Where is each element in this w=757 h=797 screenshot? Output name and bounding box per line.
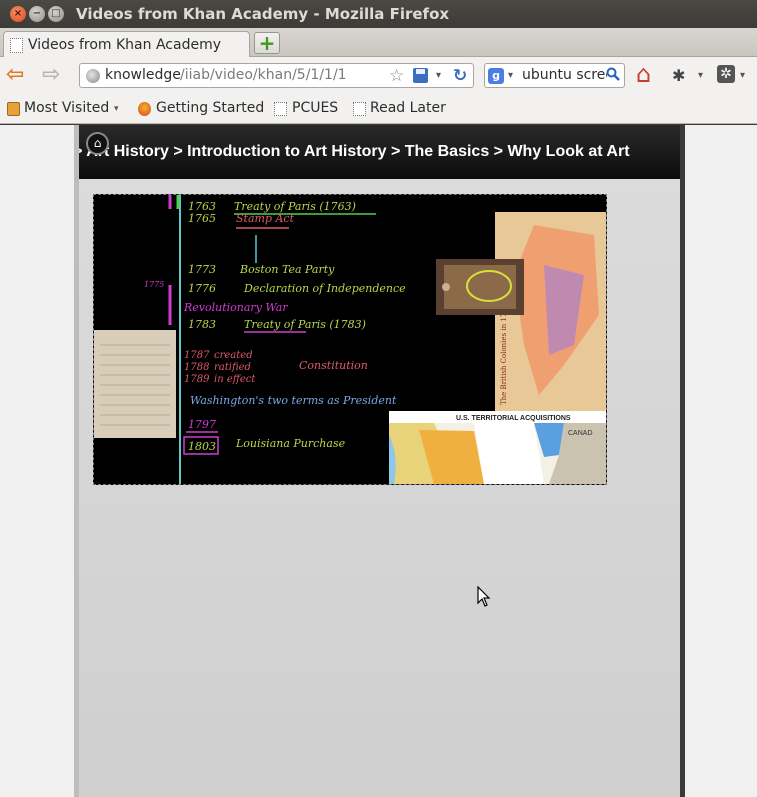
google-icon[interactable]: g bbox=[488, 68, 504, 84]
maximize-window-button[interactable]: □ bbox=[48, 6, 64, 22]
timeline-year: 1787 bbox=[184, 350, 210, 361]
firefox-icon bbox=[138, 102, 151, 116]
chevron-down-icon[interactable]: ▾ bbox=[740, 70, 745, 81]
reload-icon[interactable]: ↻ bbox=[453, 66, 467, 86]
timeline-event: Boston Tea Party bbox=[239, 263, 335, 276]
tab-bar: Videos from Khan Academy + bbox=[0, 28, 757, 58]
firefox-window: × − □ Videos from Khan Academy - Mozilla… bbox=[0, 0, 757, 797]
forward-arrow-icon[interactable]: ⇨ bbox=[42, 64, 60, 86]
timeline-event: Declaration of Independence bbox=[243, 282, 406, 295]
globe-icon bbox=[86, 69, 100, 83]
url-domain: knowledge bbox=[105, 67, 181, 83]
video-frame: 1763 Treaty of Paris (1763) 1765 Stamp A… bbox=[94, 195, 606, 484]
timeline-year: 1789 bbox=[184, 374, 210, 385]
bookmark-read-later[interactable]: Read Later bbox=[370, 100, 446, 116]
mouse-cursor-icon bbox=[477, 586, 491, 607]
video-player[interactable]: 1763 Treaty of Paris (1763) 1765 Stamp A… bbox=[93, 194, 607, 485]
bookmark-pcues[interactable]: PCUES bbox=[292, 100, 338, 116]
bookmark-most-visited[interactable]: Most Visited bbox=[24, 100, 109, 116]
home-button[interactable]: ⌂ bbox=[86, 132, 109, 155]
breadcrumb[interactable]: > Art History > Introduction to Art Hist… bbox=[79, 143, 630, 161]
back-arrow-icon[interactable]: ⇦ bbox=[6, 64, 24, 86]
tools-icon[interactable]: ✲ bbox=[717, 65, 735, 83]
timeline-event: Louisiana Purchase bbox=[235, 437, 346, 450]
url-path: /iiab/video/khan/5/1/1/1 bbox=[180, 67, 347, 83]
timeline-event: Washington's two terms as President bbox=[190, 394, 397, 407]
timeline-event: Stamp Act bbox=[236, 212, 295, 225]
window-title: Videos from Khan Academy - Mozilla Firef… bbox=[76, 5, 450, 23]
tab-videos-khan[interactable]: Videos from Khan Academy bbox=[3, 31, 250, 58]
home-icon[interactable]: ⌂ bbox=[636, 62, 651, 86]
page-content: > Art History > Introduction to Art Hist… bbox=[0, 125, 757, 797]
search-bar[interactable]: g ▾ ubuntu scree bbox=[484, 63, 625, 88]
minimize-window-button[interactable]: − bbox=[29, 6, 45, 22]
navigation-toolbar: ⇦ ⇨ knowledge /iiab/video/khan/5/1/1/1 ☆… bbox=[0, 57, 757, 94]
url-bar[interactable]: knowledge /iiab/video/khan/5/1/1/1 ☆ ▾ ↻ bbox=[79, 63, 474, 88]
timeline-event: Revolutionary War bbox=[183, 301, 288, 314]
page-header: > Art History > Introduction to Art Hist… bbox=[79, 125, 680, 179]
chevron-down-icon[interactable]: ▾ bbox=[508, 70, 513, 81]
timeline-year: 1776 bbox=[188, 282, 216, 295]
tab-label: Videos from Khan Academy bbox=[28, 37, 221, 53]
blank-page-icon bbox=[353, 102, 366, 116]
search-input[interactable]: ubuntu scree bbox=[522, 67, 607, 83]
map-label-canada: CANAD bbox=[568, 430, 593, 437]
timeline-event: Treaty of Paris (1783) bbox=[244, 318, 366, 331]
chevron-down-icon[interactable]: ▾ bbox=[698, 70, 703, 81]
timeline-event: created bbox=[214, 350, 253, 361]
timeline-event: ratified bbox=[214, 362, 251, 373]
timeline-year: 1783 bbox=[188, 318, 216, 331]
chevron-down-icon[interactable]: ▾ bbox=[114, 104, 119, 114]
colonies-map-label: The British Colonies in 1775 bbox=[500, 304, 508, 405]
title-bar: × − □ Videos from Khan Academy - Mozilla… bbox=[0, 0, 757, 28]
page-margin-right bbox=[685, 125, 757, 797]
bookmarks-toolbar: Most Visited ▾ Getting Started PCUES Rea… bbox=[0, 94, 757, 124]
constitution-label: Constitution bbox=[299, 359, 368, 372]
close-window-button[interactable]: × bbox=[10, 6, 26, 22]
new-tab-button[interactable]: + bbox=[254, 32, 280, 54]
timeline-event: in effect bbox=[214, 374, 256, 385]
chevron-down-icon[interactable]: ▾ bbox=[436, 70, 441, 81]
timeline-year: 1788 bbox=[184, 362, 209, 373]
timeline-year: 1797 bbox=[188, 418, 216, 431]
page-margin-left bbox=[0, 125, 74, 797]
bookmark-getting-started[interactable]: Getting Started bbox=[156, 100, 264, 116]
timeline-year: 1765 bbox=[188, 212, 216, 225]
bug-icon[interactable]: ✱ bbox=[672, 66, 685, 85]
search-icon[interactable] bbox=[606, 67, 620, 81]
map-title: U.S. TERRITORIAL ACQUISITIONS bbox=[456, 415, 571, 422]
constitution-image bbox=[94, 330, 176, 438]
most-visited-icon bbox=[7, 102, 20, 116]
timeline-year: 1773 bbox=[188, 263, 216, 276]
blank-page-icon bbox=[10, 38, 23, 53]
save-page-icon[interactable] bbox=[413, 68, 428, 83]
blank-page-icon bbox=[274, 102, 287, 116]
bookmark-star-icon[interactable]: ☆ bbox=[389, 66, 404, 86]
timeline-year: 1803 bbox=[188, 440, 216, 453]
side-year: 1775 bbox=[144, 280, 164, 289]
